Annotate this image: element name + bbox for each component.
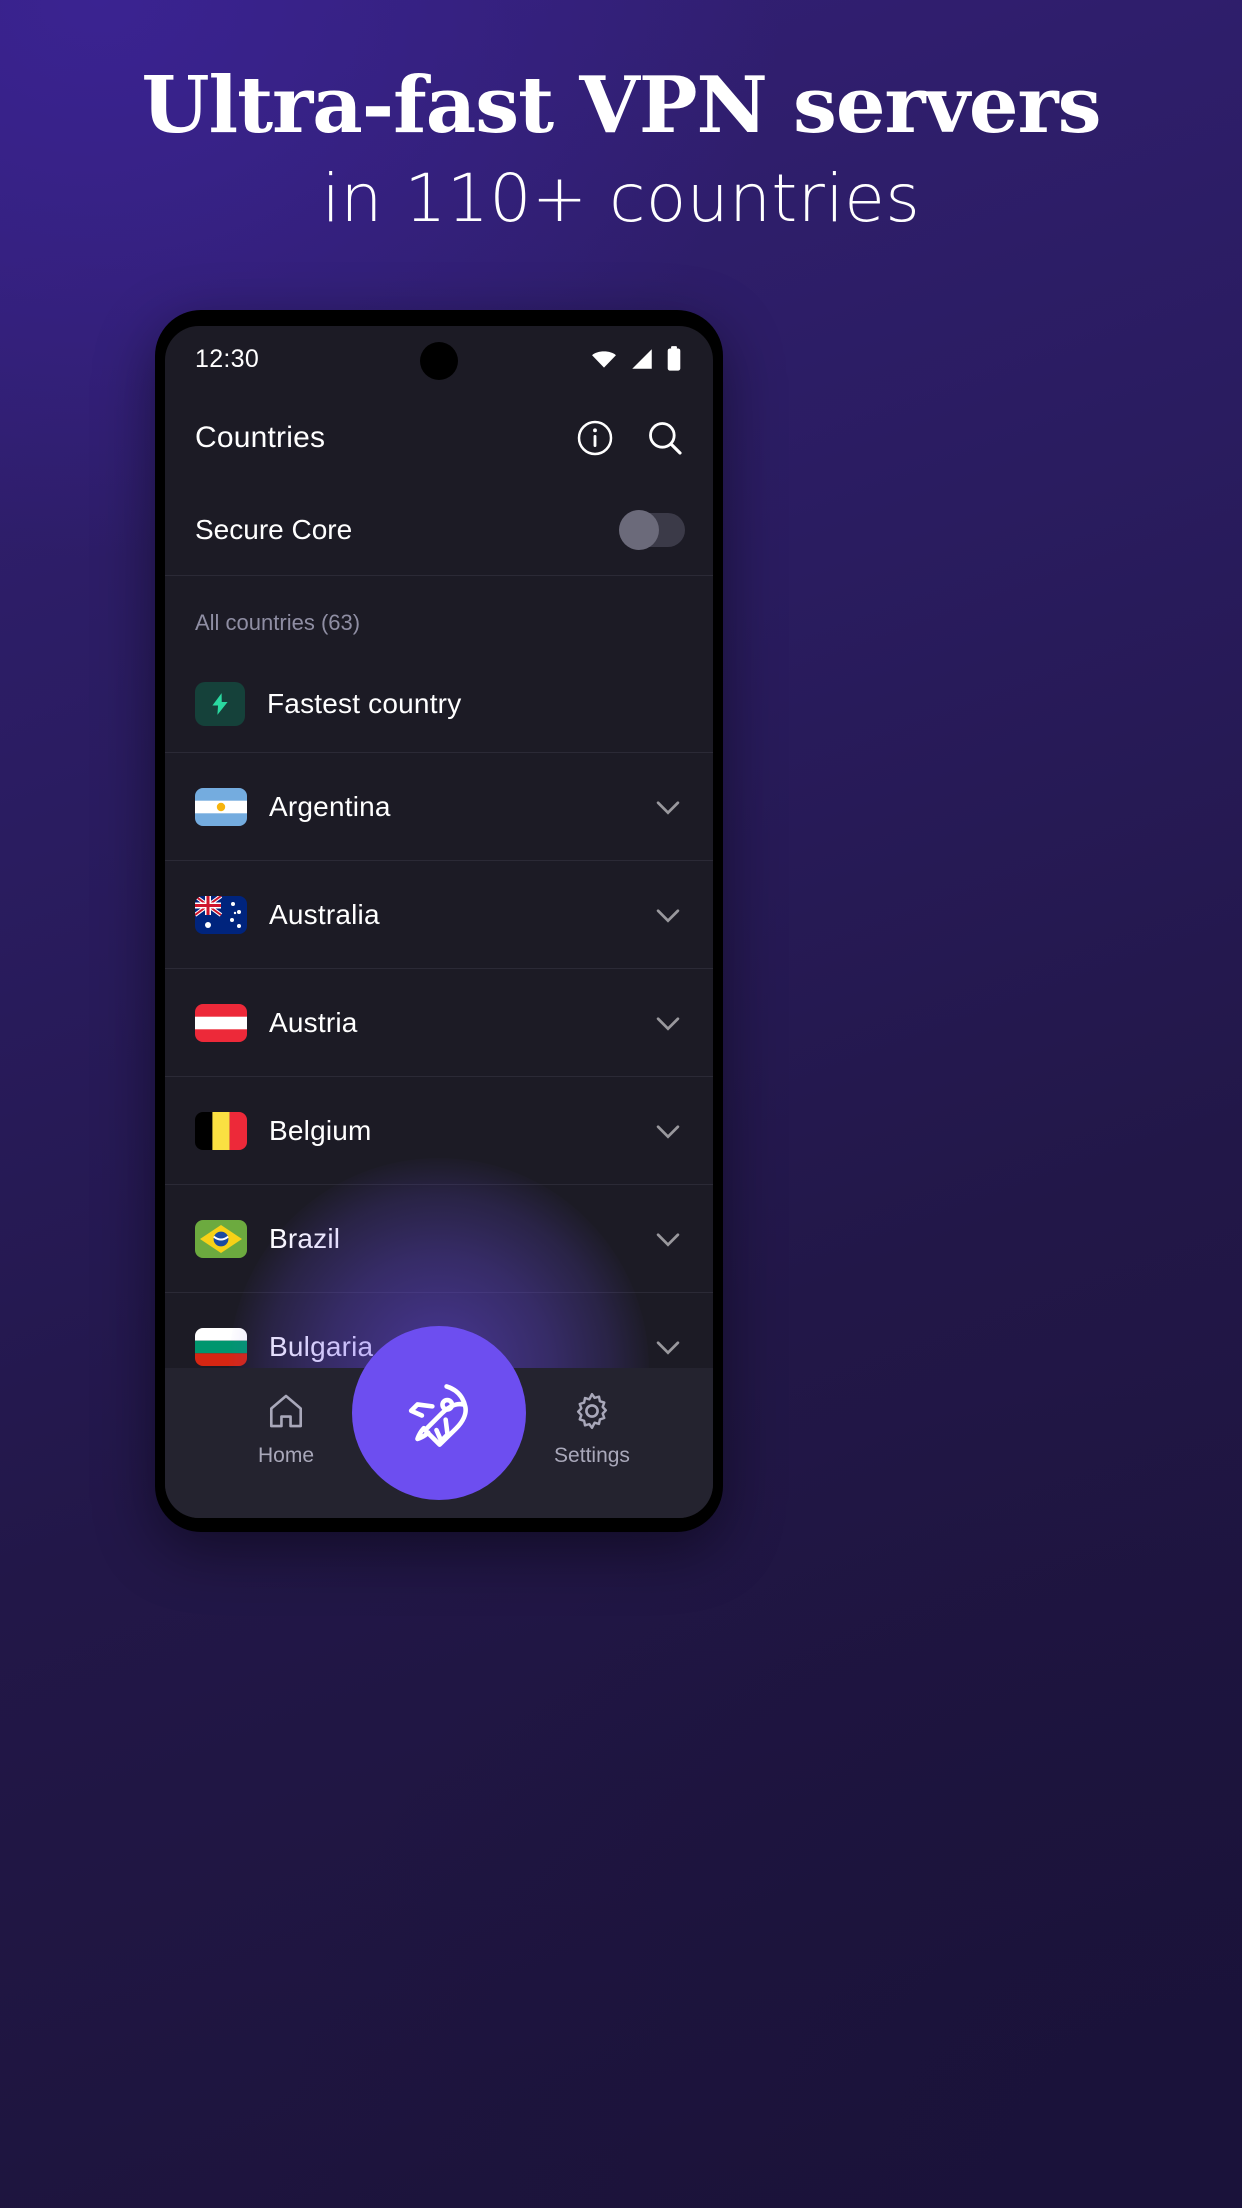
nav-label-home: Home: [257, 1444, 315, 1467]
list-item-fastest-country[interactable]: Fastest country: [165, 656, 713, 752]
secure-core-toggle[interactable]: [619, 509, 685, 550]
toggle-knob: [619, 509, 659, 550]
list-item-label: Austria: [269, 1006, 358, 1038]
connect-button[interactable]: [352, 1326, 526, 1500]
list-item-label: Fastest country: [267, 688, 462, 719]
list-item-label: Brazil: [269, 1222, 341, 1254]
list-item-label: Argentina: [269, 790, 391, 822]
promo-headline-line2: in 110+ countries: [321, 160, 921, 237]
app-header: Countries: [165, 392, 713, 484]
cellular-signal-icon: [632, 349, 652, 369]
status-bar-icons: [589, 345, 683, 373]
list-item-australia[interactable]: Australia: [165, 860, 713, 968]
bolt-icon: [195, 682, 245, 726]
list-item-label: Belgium: [269, 1114, 372, 1146]
bottom-navigation: Home Settings: [165, 1326, 713, 1518]
flag-belgium: [195, 1111, 247, 1150]
status-bar-clock: 12:30: [195, 344, 260, 373]
home-icon: [269, 1394, 303, 1428]
nav-item-settings[interactable]: Settings: [527, 1390, 657, 1468]
list-item-belgium[interactable]: Belgium: [165, 1076, 713, 1184]
flag-brazil: [195, 1219, 247, 1258]
info-icon[interactable]: [575, 418, 615, 458]
phone-mockup: 12:30 Countries Secure Core All countrie…: [155, 310, 723, 1532]
secure-core-label: Secure Core: [195, 513, 353, 545]
status-bar: 12:30: [165, 326, 713, 392]
chevron-down-icon[interactable]: [651, 1114, 685, 1148]
punch-hole-camera: [420, 342, 458, 380]
rocket-icon: [408, 1384, 468, 1447]
all-countries-label: All countries (63): [195, 610, 361, 635]
list-item-austria[interactable]: Austria: [165, 968, 713, 1076]
search-icon[interactable]: [645, 418, 685, 458]
header-actions: [575, 418, 685, 458]
battery-icon: [667, 346, 681, 371]
secure-core-row[interactable]: Secure Core: [165, 484, 713, 576]
page-title: Countries: [195, 421, 326, 454]
flag-australia: [195, 895, 247, 934]
list-item-brazil[interactable]: Brazil: [165, 1184, 713, 1292]
list-item-label: Australia: [269, 898, 380, 930]
flag-argentina: [195, 787, 247, 826]
chevron-down-icon[interactable]: [651, 1330, 685, 1364]
chevron-down-icon[interactable]: [651, 1006, 685, 1040]
chevron-down-icon[interactable]: [651, 898, 685, 932]
list-item-argentina[interactable]: Argentina: [165, 752, 713, 860]
wifi-icon: [592, 351, 616, 368]
phone-screen: 12:30 Countries Secure Core All countrie…: [165, 326, 713, 1518]
nav-label-settings: Settings: [554, 1444, 630, 1467]
flag-bulgaria: [195, 1327, 247, 1366]
country-list[interactable]: All countries (63) Fastest country Argen…: [165, 576, 713, 1368]
promo-headline-line1: Ultra-fast VPN servers: [141, 60, 1101, 151]
promo-headline: Ultra-fast VPN servers in 110+ countries: [0, 56, 1242, 242]
chevron-down-icon[interactable]: [651, 790, 685, 824]
nav-item-home[interactable]: Home: [221, 1390, 351, 1468]
gear-icon: [576, 1392, 608, 1430]
chevron-down-icon[interactable]: [651, 1222, 685, 1256]
flag-austria: [195, 1003, 247, 1042]
